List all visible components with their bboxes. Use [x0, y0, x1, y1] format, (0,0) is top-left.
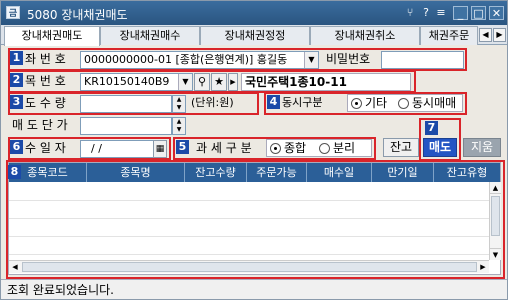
- password-label: 비밀번호: [326, 52, 371, 66]
- tab-scroll-left-icon[interactable]: ◀: [479, 28, 492, 42]
- grid-row-line: [9, 218, 500, 219]
- down-arrow-icon[interactable]: ▼: [173, 104, 185, 112]
- grid-row-line: [9, 254, 500, 255]
- horizontal-scrollbar[interactable]: ◀ ▶: [9, 260, 489, 273]
- code-value: KR10150140B9: [84, 75, 170, 88]
- col-header-buy-date[interactable]: 매수일: [307, 163, 372, 182]
- account-select[interactable]: 0000000000-01 [종합(은행연계)] 홍길동 ▼: [80, 51, 319, 69]
- trade-type-label: 동시구분: [282, 96, 323, 109]
- tab-bond-cancel[interactable]: 장내채권취소: [310, 26, 420, 45]
- marker-2: 2: [10, 73, 23, 87]
- radio-selected-icon[interactable]: [270, 142, 281, 154]
- tab-bond-sell[interactable]: 장내채권매도: [4, 26, 100, 46]
- col-header-balance-qty[interactable]: 잔고수량: [185, 163, 247, 182]
- question-icon[interactable]: ?: [421, 6, 431, 20]
- calendar-icon[interactable]: ▦: [153, 140, 167, 158]
- down-arrow-icon[interactable]: ▼: [173, 126, 185, 134]
- price-label: 매 도 단 가: [12, 118, 68, 132]
- tab-bond-order[interactable]: 채권주문: [420, 26, 478, 45]
- star-icon[interactable]: ★: [211, 73, 227, 91]
- scroll-left-icon[interactable]: ◀: [9, 261, 21, 273]
- qty-stepper[interactable]: ▲ ▼: [172, 95, 186, 113]
- scroll-down-icon[interactable]: ▼: [490, 248, 501, 260]
- tab-scroll-right-icon[interactable]: ▶: [493, 28, 506, 42]
- price-field[interactable]: [80, 117, 172, 135]
- scroll-right-icon[interactable]: ▶: [477, 261, 489, 273]
- password-field[interactable]: [381, 51, 464, 69]
- tax-option-separate[interactable]: 분리: [319, 140, 355, 156]
- radio-selected-icon[interactable]: [351, 97, 362, 109]
- maximize-icon[interactable]: □: [471, 6, 486, 20]
- tab-bar: 장내채권매도 장내채권매수 장내채권정정 장내채권취소 채권주문 ◀ ▶: [1, 25, 507, 46]
- grid-row-line: [9, 236, 500, 237]
- tab-bond-buy[interactable]: 장내채권매수: [100, 26, 200, 45]
- date-field[interactable]: / /: [80, 140, 154, 158]
- radio-icon[interactable]: [319, 142, 330, 154]
- app-icon: 금: [6, 6, 20, 19]
- grid-header: 종목코드 종목명 잔고수량 주문가능 매수일 만기일 잔고유형: [9, 163, 500, 182]
- unit-label: (단위:원): [191, 96, 234, 109]
- app-window: 금 5080 장내채권매도 ⑂ ? ≡ _ □ ✕ 장내채권매도 장내채권매수 …: [0, 0, 508, 300]
- play-icon[interactable]: ▶: [228, 73, 238, 91]
- h-scroll-thumb[interactable]: [22, 262, 477, 272]
- minimize-icon[interactable]: _: [453, 6, 468, 20]
- code-label: 목 번 호: [25, 74, 66, 88]
- tab-bond-modify[interactable]: 장내채권정정: [200, 26, 310, 45]
- search-icon[interactable]: ⚲: [194, 73, 210, 91]
- up-arrow-icon[interactable]: ▲: [173, 118, 185, 126]
- col-header-orderable[interactable]: 주문가능: [247, 163, 307, 182]
- qty-label: 도 수 량: [25, 96, 66, 110]
- radio-icon[interactable]: [398, 97, 409, 109]
- account-label: 좌 번 호: [25, 52, 66, 66]
- tax-label: 과 세 구 분: [196, 141, 252, 155]
- pin-icon[interactable]: ⑂: [403, 6, 417, 20]
- marker-1: 1: [10, 51, 23, 65]
- price-stepper[interactable]: ▲ ▼: [172, 117, 186, 135]
- balance-grid: 종목코드 종목명 잔고수량 주문가능 매수일 만기일 잔고유형 8 ▲ ▼ ◀ …: [8, 162, 501, 275]
- scroll-up-icon[interactable]: ▲: [490, 182, 501, 194]
- qty-field[interactable]: [80, 95, 172, 113]
- marker-5: 5: [176, 140, 189, 154]
- col-header-maturity[interactable]: 만기일: [372, 163, 434, 182]
- tax-option-combined[interactable]: 종합: [270, 140, 306, 156]
- close-icon[interactable]: ✕: [489, 6, 504, 20]
- marker-8: 8: [8, 165, 21, 179]
- marker-6: 6: [10, 140, 23, 154]
- menu-icon[interactable]: ≡: [434, 6, 448, 20]
- col-header-balance-type[interactable]: 잔고유형: [434, 163, 500, 182]
- balance-button[interactable]: 잔고: [383, 138, 419, 157]
- chevron-down-icon[interactable]: ▼: [304, 52, 318, 68]
- marker-4: 4: [267, 95, 280, 109]
- trade-option-other[interactable]: 기타: [351, 95, 387, 111]
- bond-name: 국민주택1종10-11: [241, 73, 411, 91]
- tax-type-group: 종합 분리: [266, 139, 372, 157]
- grid-row-line: [9, 200, 500, 201]
- account-value: 0000000000-01 [종합(은행연계)] 홍길동: [84, 53, 288, 66]
- code-select[interactable]: KR10150140B9 ▼: [80, 73, 193, 91]
- title-bar: 금 5080 장내채권매도 ⑂ ? ≡ _ □ ✕: [1, 1, 507, 25]
- window-title: 5080 장내채권매도: [27, 8, 128, 22]
- trade-type-group: 기타 동시매매: [347, 94, 463, 112]
- vertical-scrollbar[interactable]: ▲ ▼: [489, 182, 501, 260]
- clear-button[interactable]: 지움: [463, 138, 501, 157]
- marker-7: 7: [425, 121, 438, 135]
- sell-button[interactable]: 매도: [423, 138, 457, 157]
- col-header-name[interactable]: 종목명: [87, 163, 185, 182]
- date-label: 수 일 자: [25, 141, 66, 155]
- trade-option-simultaneous[interactable]: 동시매매: [398, 95, 456, 111]
- marker-3: 3: [10, 95, 23, 109]
- up-arrow-icon[interactable]: ▲: [173, 96, 185, 104]
- chevron-down-icon[interactable]: ▼: [178, 74, 192, 90]
- status-bar: 조회 완료되었습니다.: [1, 279, 507, 299]
- scroll-thumb[interactable]: [491, 196, 500, 236]
